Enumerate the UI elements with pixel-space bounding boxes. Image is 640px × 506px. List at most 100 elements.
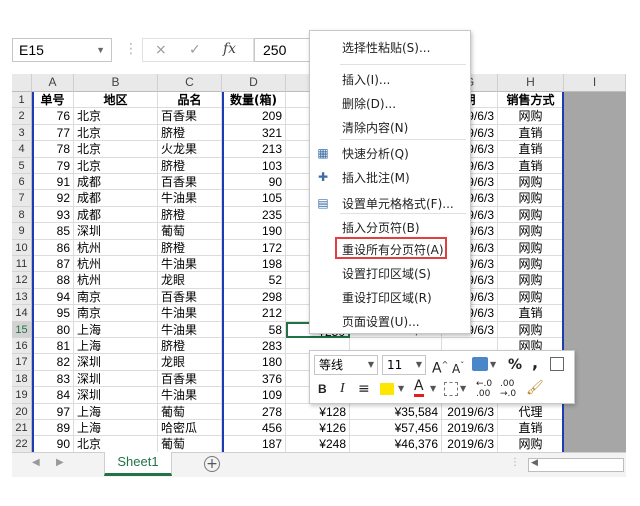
formula-input[interactable]: 250 — [254, 38, 314, 62]
menu-item[interactable]: 插入分页符(B) — [310, 217, 470, 239]
column-header-a[interactable]: A — [32, 74, 74, 92]
cell[interactable]: 直销 — [498, 157, 564, 174]
cell[interactable]: 龙眼 — [158, 272, 222, 289]
row-header[interactable]: 19 — [12, 387, 32, 404]
cell[interactable]: 深圳 — [74, 370, 158, 388]
cell[interactable]: 脐橙 — [158, 124, 222, 142]
cell[interactable]: 2019/6/3 — [442, 436, 498, 452]
row-header[interactable]: 10 — [12, 239, 32, 256]
cell[interactable]: 北京 — [74, 108, 158, 125]
chevron-down-icon[interactable]: ▼ — [460, 379, 466, 399]
cell[interactable]: 网购 — [498, 190, 564, 207]
row-header[interactable]: 2 — [12, 108, 32, 125]
cell[interactable]: 2019/6/3 — [442, 403, 498, 420]
cell[interactable]: 187 — [222, 436, 286, 452]
cell[interactable]: 97 — [32, 403, 74, 420]
row-header[interactable]: 22 — [12, 436, 32, 452]
cell[interactable]: 58 — [222, 321, 286, 338]
cell[interactable]: 深圳 — [74, 387, 158, 404]
cell[interactable]: ¥35,584 — [350, 403, 442, 420]
cell[interactable]: 牛油果 — [158, 387, 222, 404]
cell[interactable]: 80 — [32, 321, 74, 338]
cell[interactable]: 北京 — [74, 141, 158, 158]
row-header[interactable]: 8 — [12, 206, 32, 224]
cell[interactable]: 上海 — [74, 403, 158, 420]
row-header[interactable]: 13 — [12, 288, 32, 306]
cell[interactable]: 190 — [222, 223, 286, 240]
menu-item[interactable]: ▤ 设置单元格格式(F)... — [310, 193, 470, 215]
cell[interactable]: 直销 — [498, 305, 564, 322]
tab-sheet1[interactable]: Sheet1 — [104, 452, 172, 476]
row-header[interactable]: 15 — [12, 321, 32, 338]
cell[interactable]: 95 — [32, 305, 74, 322]
cell[interactable]: 哈密瓜 — [158, 420, 222, 437]
cell[interactable]: 直销 — [498, 124, 564, 142]
next-sheet-icon[interactable]: ▶ — [56, 457, 64, 468]
cell[interactable]: 脐橙 — [158, 206, 222, 224]
cell[interactable]: 成都 — [74, 206, 158, 224]
row-header[interactable]: 14 — [12, 305, 32, 322]
row-header[interactable]: 16 — [12, 338, 32, 355]
cell[interactable]: 上海 — [74, 338, 158, 355]
prev-sheet-icon[interactable]: ◀ — [32, 457, 40, 468]
cell[interactable]: 上海 — [74, 420, 158, 437]
header-cell[interactable]: 数量(箱) — [222, 92, 286, 109]
page-break-line[interactable] — [222, 92, 224, 452]
confirm-icon[interactable]: ✓ — [189, 42, 201, 58]
cell[interactable]: 代理 — [498, 403, 564, 420]
menu-item[interactable]: 页面设置(U)... — [310, 311, 470, 333]
cell[interactable]: 278 — [222, 403, 286, 420]
cell[interactable]: 91 — [32, 174, 74, 191]
cell[interactable]: 94 — [32, 288, 74, 306]
row-header[interactable]: 12 — [12, 272, 32, 289]
cell[interactable]: 深圳 — [74, 354, 158, 371]
cell[interactable]: 78 — [32, 141, 74, 158]
italic-icon[interactable]: I — [340, 379, 345, 399]
name-box[interactable]: E15 ▼ — [12, 38, 112, 62]
chevron-down-icon[interactable]: ▼ — [398, 379, 404, 399]
chevron-down-icon[interactable]: ▼ — [430, 379, 436, 399]
cell[interactable]: 90 — [32, 436, 74, 452]
cell[interactable]: 直销 — [498, 420, 564, 437]
cell[interactable]: 109 — [222, 387, 286, 404]
cell[interactable]: 103 — [222, 157, 286, 174]
column-header-b[interactable]: B — [74, 74, 158, 92]
cell[interactable]: 杭州 — [74, 272, 158, 289]
cell[interactable]: 82 — [32, 354, 74, 371]
column-header-d[interactable]: D — [222, 74, 286, 92]
column-header-c[interactable]: C — [158, 74, 222, 92]
menu-item[interactable]: ▦ 快速分析(Q) — [310, 143, 470, 165]
cell[interactable]: 321 — [222, 124, 286, 142]
cell[interactable]: 牛油果 — [158, 321, 222, 338]
row-header[interactable]: 3 — [12, 124, 32, 142]
header-cell[interactable]: 品名 — [158, 92, 222, 109]
cell[interactable]: ¥46,376 — [350, 436, 442, 452]
cell[interactable]: 81 — [32, 338, 74, 355]
cell[interactable]: 283 — [222, 338, 286, 355]
cell[interactable]: 成都 — [74, 174, 158, 191]
cell[interactable]: ¥126 — [286, 420, 350, 437]
add-sheet-icon[interactable]: + — [204, 456, 220, 472]
cell[interactable]: 深圳 — [74, 223, 158, 240]
row-header[interactable]: 4 — [12, 141, 32, 158]
cell[interactable]: 298 — [222, 288, 286, 306]
cell[interactable]: 76 — [32, 108, 74, 125]
cell[interactable]: 89 — [32, 420, 74, 437]
cell[interactable]: 火龙果 — [158, 141, 222, 158]
fill-color-icon[interactable] — [380, 383, 394, 395]
font-color-icon[interactable]: A — [414, 378, 424, 397]
menu-item[interactable]: 选择性粘贴(S)... — [310, 37, 470, 59]
menu-item[interactable]: 插入(I)... — [310, 69, 470, 91]
cell[interactable]: 105 — [222, 190, 286, 207]
cell[interactable]: 百香果 — [158, 288, 222, 306]
row-header[interactable]: 20 — [12, 403, 32, 420]
cell[interactable]: 牛油果 — [158, 256, 222, 273]
cell[interactable]: 456 — [222, 420, 286, 437]
format-painter-icon[interactable]: 🖌 — [526, 378, 544, 398]
cell[interactable]: 牛油果 — [158, 190, 222, 207]
row-header[interactable]: 18 — [12, 370, 32, 388]
cell[interactable]: 直销 — [498, 141, 564, 158]
cell[interactable]: 网购 — [498, 108, 564, 125]
comma-style-icon[interactable]: , — [532, 353, 538, 373]
cell[interactable]: 百香果 — [158, 174, 222, 191]
